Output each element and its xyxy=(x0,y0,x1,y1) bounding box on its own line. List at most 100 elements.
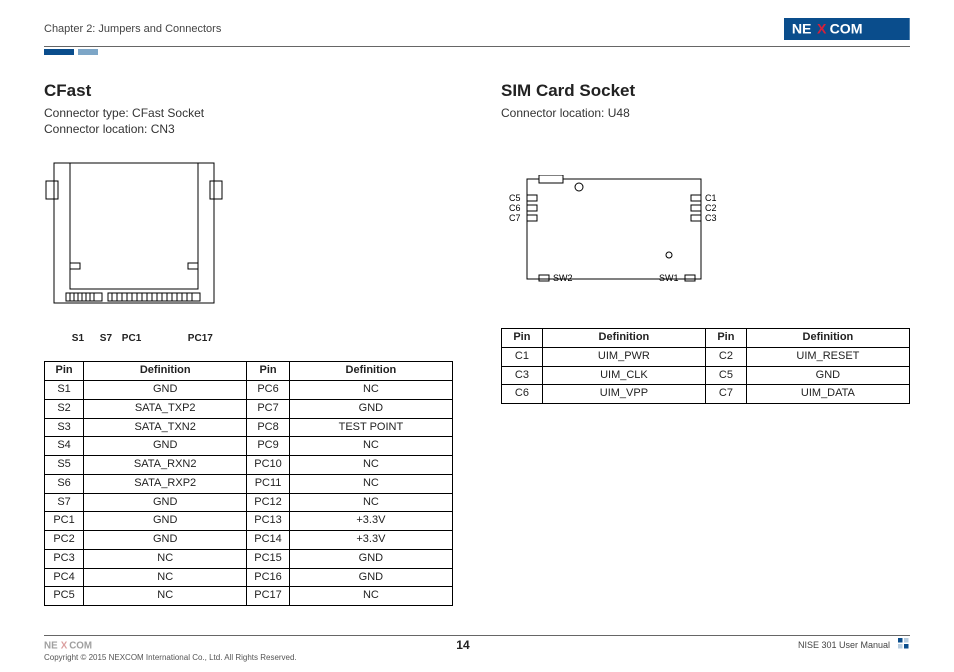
def-cell: GND xyxy=(746,366,909,385)
pin-cell: S5 xyxy=(45,456,84,475)
svg-text:COM: COM xyxy=(830,21,863,37)
pin-cell: PC3 xyxy=(45,549,84,568)
def-cell: GND xyxy=(289,549,452,568)
def-cell: UIM_RESET xyxy=(746,347,909,366)
sim-title: SIM Card Socket xyxy=(501,81,910,101)
pin-cell: C6 xyxy=(502,385,543,404)
footer-logo: NE X COM xyxy=(44,638,128,652)
svg-text:COM: COM xyxy=(69,641,92,652)
table-row: PC4NCPC16GND xyxy=(45,568,453,587)
svg-text:SW2: SW2 xyxy=(553,273,573,283)
label-s1: S1 xyxy=(72,333,100,344)
svg-text:X: X xyxy=(817,21,827,37)
def-cell: SATA_TXN2 xyxy=(84,418,247,437)
cfast-type: Connector type: CFast Socket xyxy=(44,105,453,121)
page-number: 14 xyxy=(456,638,469,652)
def-cell: NC xyxy=(84,587,247,606)
pin-cell: S7 xyxy=(45,493,84,512)
def-cell: GND xyxy=(84,493,247,512)
def-cell: +3.3V xyxy=(289,531,452,550)
def-cell: GND xyxy=(84,531,247,550)
pin-cell: C3 xyxy=(502,366,543,385)
svg-text:C3: C3 xyxy=(705,213,717,223)
th-pin: Pin xyxy=(247,362,290,381)
table-row: S2SATA_TXP2PC7GND xyxy=(45,399,453,418)
footer-squares-icon xyxy=(898,638,910,652)
pin-cell: PC10 xyxy=(247,456,290,475)
cfast-diagram: S1S7PC1PC17 xyxy=(44,157,453,355)
def-cell: SATA_RXN2 xyxy=(84,456,247,475)
def-cell: +3.3V xyxy=(289,512,452,531)
pin-cell: PC11 xyxy=(247,474,290,493)
svg-text:C2: C2 xyxy=(705,203,717,213)
pin-cell: PC1 xyxy=(45,512,84,531)
def-cell: NC xyxy=(84,568,247,587)
chapter-label: Chapter 2: Jumpers and Connectors xyxy=(44,23,221,35)
def-cell: GND xyxy=(84,512,247,531)
def-cell: SATA_TXP2 xyxy=(84,399,247,418)
svg-text:SW1: SW1 xyxy=(659,273,679,283)
def-cell: NC xyxy=(289,587,452,606)
pin-cell: PC9 xyxy=(247,437,290,456)
svg-text:C5: C5 xyxy=(509,193,521,203)
table-row: S3SATA_TXN2PC8TEST POINT xyxy=(45,418,453,437)
pin-cell: S3 xyxy=(45,418,84,437)
th-pin: Pin xyxy=(45,362,84,381)
def-cell: TEST POINT xyxy=(289,418,452,437)
cfast-location: Connector location: CN3 xyxy=(44,121,453,137)
pin-cell: S4 xyxy=(45,437,84,456)
manual-name: NISE 301 User Manual xyxy=(798,640,890,650)
def-cell: UIM_PWR xyxy=(542,347,705,366)
def-cell: NC xyxy=(289,381,452,400)
pin-cell: S1 xyxy=(45,381,84,400)
cfast-table: Pin Definition Pin Definition S1GNDPC6NC… xyxy=(44,361,453,606)
th-def: Definition xyxy=(84,362,247,381)
def-cell: UIM_CLK xyxy=(542,366,705,385)
pin-cell: PC16 xyxy=(247,568,290,587)
label-pc17: PC17 xyxy=(188,333,213,344)
svg-text:X: X xyxy=(61,641,68,652)
table-row: C1UIM_PWRC2UIM_RESET xyxy=(502,347,910,366)
sim-location: Connector location: U48 xyxy=(501,105,910,121)
pin-cell: S2 xyxy=(45,399,84,418)
copyright: Copyright © 2015 NEXCOM International Co… xyxy=(44,653,910,662)
header-rule xyxy=(44,46,910,47)
sim-diagram: C5 C6 C7 C1 C2 C3 SW2 SW1 xyxy=(509,175,910,298)
pin-cell: S6 xyxy=(45,474,84,493)
def-cell: GND xyxy=(84,381,247,400)
table-row: PC5NCPC17NC xyxy=(45,587,453,606)
th-def: Definition xyxy=(746,329,909,348)
table-row: C6UIM_VPPC7UIM_DATA xyxy=(502,385,910,404)
table-row: S4GNDPC9NC xyxy=(45,437,453,456)
table-row: C3UIM_CLKC5GND xyxy=(502,366,910,385)
def-cell: GND xyxy=(289,399,452,418)
table-row: PC2GNDPC14+3.3V xyxy=(45,531,453,550)
svg-text:C1: C1 xyxy=(705,193,717,203)
def-cell: NC xyxy=(84,549,247,568)
table-row: S1GNDPC6NC xyxy=(45,381,453,400)
table-row: S7GNDPC12NC xyxy=(45,493,453,512)
def-cell: UIM_VPP xyxy=(542,385,705,404)
sim-table: Pin Definition Pin Definition C1UIM_PWRC… xyxy=(501,328,910,404)
pin-cell: PC17 xyxy=(247,587,290,606)
table-row: S6SATA_RXP2PC11NC xyxy=(45,474,453,493)
th-def: Definition xyxy=(542,329,705,348)
def-cell: NC xyxy=(289,493,452,512)
svg-text:C6: C6 xyxy=(509,203,521,213)
pin-cell: PC5 xyxy=(45,587,84,606)
svg-text:C7: C7 xyxy=(509,213,521,223)
def-cell: GND xyxy=(289,568,452,587)
th-def: Definition xyxy=(289,362,452,381)
pin-cell: PC4 xyxy=(45,568,84,587)
def-cell: NC xyxy=(289,474,452,493)
pin-cell: PC15 xyxy=(247,549,290,568)
brand-logo: NE X COM xyxy=(784,18,910,40)
pin-cell: C1 xyxy=(502,347,543,366)
pin-cell: C5 xyxy=(706,366,747,385)
svg-text:NE: NE xyxy=(44,641,58,652)
table-row: PC3NCPC15GND xyxy=(45,549,453,568)
svg-text:NE: NE xyxy=(792,21,812,37)
def-cell: SATA_RXP2 xyxy=(84,474,247,493)
pin-cell: PC12 xyxy=(247,493,290,512)
pin-cell: PC2 xyxy=(45,531,84,550)
